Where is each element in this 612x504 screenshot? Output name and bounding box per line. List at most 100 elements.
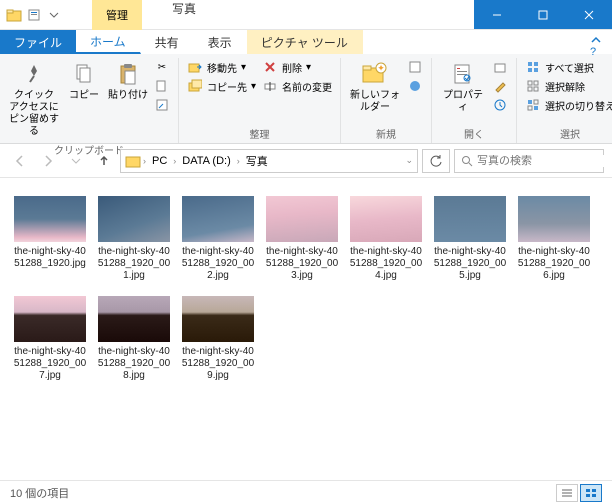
file-name: the-night-sky-4051288_1920_005.jpg	[432, 246, 508, 282]
group-label-select: 選択	[523, 124, 612, 143]
quick-access-toolbar	[0, 7, 62, 23]
ribbon-group-new: ✦ 新しいフォルダー 新規	[341, 58, 432, 143]
file-item[interactable]: the-night-sky-4051288_1920_002.jpg	[180, 196, 256, 282]
tab-view[interactable]: 表示	[194, 30, 247, 54]
rename-icon	[262, 78, 278, 94]
search-box[interactable]	[454, 149, 604, 173]
file-thumbnail	[350, 196, 422, 242]
ribbon-group-clipboard: クイック アクセスにピン留めする コピー 貼り付け ✂ クリップボード	[0, 58, 179, 143]
qat-properties-icon[interactable]	[26, 7, 42, 23]
file-item[interactable]: the-night-sky-4051288_1920_005.jpg	[432, 196, 508, 282]
up-button[interactable]	[92, 149, 116, 173]
close-button[interactable]	[566, 0, 612, 29]
tab-home[interactable]: ホーム	[76, 30, 141, 54]
forward-button[interactable]	[36, 149, 60, 173]
chevron-right-icon[interactable]: ›	[173, 156, 176, 166]
chevron-down-icon[interactable]: ⌄	[405, 155, 413, 166]
file-thumbnail	[518, 196, 590, 242]
file-thumbnail	[14, 196, 86, 242]
minimize-button[interactable]	[474, 0, 520, 29]
folder-icon	[125, 153, 141, 169]
delete-button[interactable]: 削除 ▾	[260, 58, 334, 76]
maximize-button[interactable]	[520, 0, 566, 29]
copy-button[interactable]: コピー	[64, 58, 104, 104]
file-name: the-night-sky-4051288_1920_003.jpg	[264, 246, 340, 282]
details-view-button[interactable]	[556, 484, 578, 502]
file-item[interactable]: the-night-sky-4051288_1920_003.jpg	[264, 196, 340, 282]
copy-icon	[70, 60, 98, 88]
properties-icon	[449, 60, 477, 88]
properties-button[interactable]: プロパティ	[438, 58, 488, 116]
history-button[interactable]	[490, 96, 510, 114]
file-item[interactable]: the-night-sky-4051288_1920_008.jpg	[96, 296, 172, 382]
file-name: the-night-sky-4051288_1920_006.jpg	[516, 246, 592, 282]
crumb-folder[interactable]: 写真	[242, 153, 272, 169]
ribbon: クイック アクセスにピン留めする コピー 貼り付け ✂ クリップボード 移動先 …	[0, 54, 612, 144]
file-name: the-night-sky-4051288_1920_007.jpg	[12, 346, 88, 382]
file-name: the-night-sky-4051288_1920_009.jpg	[180, 346, 256, 382]
address-bar-row: › PC › DATA (D:) › 写真 ⌄	[0, 144, 612, 178]
file-item[interactable]: the-night-sky-4051288_1920_006.jpg	[516, 196, 592, 282]
ribbon-collapse-button[interactable]: ?	[580, 30, 612, 54]
file-thumbnail	[14, 296, 86, 342]
ribbon-tabs: ファイル ホーム 共有 表示 ピクチャ ツール ?	[0, 30, 612, 54]
recent-button[interactable]	[64, 149, 88, 173]
shortcut-icon	[154, 97, 170, 113]
thumbnails-view-button[interactable]	[580, 484, 602, 502]
pin-icon	[20, 60, 48, 88]
paste-shortcut-button[interactable]	[152, 96, 172, 114]
copy-to-button[interactable]: コピー先 ▾	[185, 77, 258, 95]
edit-button[interactable]	[490, 77, 510, 95]
scissors-icon: ✂	[154, 59, 170, 75]
select-all-button[interactable]: すべて選択	[523, 58, 612, 76]
folder-icon	[6, 7, 22, 23]
qat-chevron-icon[interactable]	[46, 7, 62, 23]
file-item[interactable]: the-night-sky-4051288_1920_004.jpg	[348, 196, 424, 282]
open-icon	[492, 59, 508, 75]
chevron-right-icon[interactable]: ›	[237, 156, 240, 166]
file-name: the-night-sky-4051288_1920_001.jpg	[96, 246, 172, 282]
invert-selection-button[interactable]: 選択の切り替え	[523, 96, 612, 114]
paste-button[interactable]: 貼り付け	[106, 58, 150, 104]
tab-picture-tools[interactable]: ピクチャ ツール	[247, 30, 363, 54]
content-area: the-night-sky-4051288_1920.jpg the-night-…	[0, 178, 612, 478]
invert-icon	[525, 97, 541, 113]
easy-access-button[interactable]	[405, 77, 425, 95]
file-thumbnail	[98, 196, 170, 242]
select-all-icon	[525, 59, 541, 75]
svg-text:✦: ✦	[377, 63, 385, 73]
select-none-button[interactable]: 選択解除	[523, 77, 612, 95]
pin-quick-access-button[interactable]: クイック アクセスにピン留めする	[6, 58, 62, 140]
file-thumbnail	[182, 196, 254, 242]
crumb-drive[interactable]: DATA (D:)	[178, 155, 234, 167]
breadcrumb[interactable]: › PC › DATA (D:) › 写真 ⌄	[120, 149, 418, 173]
rename-button[interactable]: 名前の変更	[260, 77, 334, 95]
file-thumbnail	[98, 296, 170, 342]
window-title: 写真	[142, 0, 226, 29]
search-input[interactable]	[477, 155, 612, 167]
file-name: the-night-sky-4051288_1920_004.jpg	[348, 246, 424, 282]
file-item[interactable]: the-night-sky-4051288_1920_007.jpg	[12, 296, 88, 382]
cut-button[interactable]: ✂	[152, 58, 172, 76]
tab-file[interactable]: ファイル	[0, 30, 76, 54]
move-icon	[187, 59, 203, 75]
file-item[interactable]: the-night-sky-4051288_1920_001.jpg	[96, 196, 172, 282]
contextual-tab-header: 管理	[92, 0, 142, 30]
file-item[interactable]: the-night-sky-4051288_1920.jpg	[12, 196, 88, 282]
new-folder-button[interactable]: ✦ 新しいフォルダー	[347, 58, 403, 116]
refresh-button[interactable]	[422, 149, 450, 173]
tab-share[interactable]: 共有	[141, 30, 194, 54]
new-item-button[interactable]	[405, 58, 425, 76]
back-button[interactable]	[8, 149, 32, 173]
copy-path-button[interactable]	[152, 77, 172, 95]
chevron-right-icon[interactable]: ›	[143, 156, 146, 166]
file-item[interactable]: the-night-sky-4051288_1920_009.jpg	[180, 296, 256, 382]
move-to-button[interactable]: 移動先 ▾	[185, 58, 258, 76]
items-grid: the-night-sky-4051288_1920.jpg the-night-…	[12, 196, 600, 382]
file-thumbnail	[434, 196, 506, 242]
open-button[interactable]	[490, 58, 510, 76]
crumb-pc[interactable]: PC	[148, 155, 171, 167]
file-name: the-night-sky-4051288_1920.jpg	[12, 246, 88, 270]
edit-icon	[492, 78, 508, 94]
ribbon-group-organize: 移動先 ▾ コピー先 ▾ 削除 ▾ 名前の変更 整理	[179, 58, 341, 143]
